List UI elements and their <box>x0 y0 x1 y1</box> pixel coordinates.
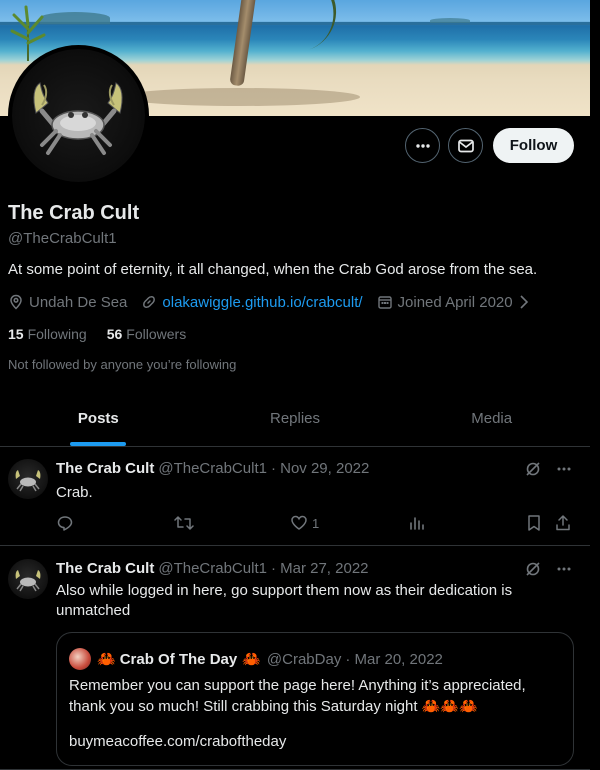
tab-posts[interactable]: Posts <box>0 395 197 446</box>
post-author-handle[interactable]: @TheCrabCult1 <box>158 560 267 577</box>
post-date[interactable]: · Nov 29, 2022 <box>271 460 369 477</box>
reply-icon <box>57 516 73 531</box>
post-avatar[interactable] <box>8 559 48 599</box>
bookmark-button[interactable] <box>526 514 542 532</box>
crab-emoji-suffix: 🦀 <box>242 651 261 668</box>
post-header: The Crab Cult @TheCrabCult1 · Nov 29, 20… <box>56 460 369 477</box>
calendar-icon <box>377 296 392 309</box>
joined-text: Joined April 2020 <box>397 293 513 311</box>
grok-button[interactable] <box>524 560 542 578</box>
link-icon <box>143 296 156 308</box>
tab-replies[interactable]: Replies <box>197 395 394 446</box>
profile-website[interactable]: olakawiggle.github.io/crabcult/ <box>141 294 363 311</box>
post-author-name[interactable]: The Crab Cult <box>56 560 154 577</box>
share-button[interactable] <box>554 514 572 532</box>
share-icon <box>556 515 570 531</box>
more-dots-icon <box>557 467 571 471</box>
profile-handle: @TheCrabCult1 <box>8 230 117 247</box>
post-text: Also while logged in here, go support th… <box>56 582 513 619</box>
reply-button[interactable] <box>56 514 74 532</box>
mail-icon <box>457 139 474 152</box>
quoted-text-emoji: 🦀🦀🦀 <box>421 698 478 715</box>
post-header: The Crab Cult @TheCrabCult1 · Mar 27, 20… <box>56 560 369 577</box>
like-button[interactable]: 1 <box>290 514 319 532</box>
active-tab-indicator <box>70 442 127 446</box>
views-icon <box>410 517 424 530</box>
tab-media[interactable]: Media <box>393 395 590 446</box>
following-label: Following <box>27 326 87 342</box>
profile-bio: At some point of eternity, it all change… <box>8 261 538 278</box>
post-date[interactable]: · Mar 27, 2022 <box>271 560 369 577</box>
quoted-text-block: Remember you can support the page here! … <box>69 675 559 717</box>
heart-icon <box>291 515 307 530</box>
profile-avatar[interactable] <box>8 45 149 186</box>
quoted-date[interactable]: · Mar 20, 2022 <box>345 651 443 668</box>
banner-shadow <box>120 88 360 106</box>
banner-palm-trunk <box>229 0 257 87</box>
crab-emoji-prefix: 🦀 <box>97 651 116 668</box>
followers-count: 56 <box>106 326 123 342</box>
repost-button[interactable] <box>174 514 194 532</box>
repost-icon <box>174 516 194 530</box>
not-followed-notice: Not followed by anyone you’re following <box>8 357 237 372</box>
post-top-icons <box>510 460 572 478</box>
banner-island <box>430 18 470 23</box>
website-link[interactable]: olakawiggle.github.io/crabcult/ <box>162 294 362 311</box>
grok-button[interactable] <box>524 460 542 478</box>
quoted-avatar[interactable] <box>69 648 91 670</box>
post-author-handle[interactable]: @TheCrabCult1 <box>158 460 267 477</box>
follow-counts: 15 Following 56 Followers <box>8 326 206 342</box>
followers-count-link[interactable]: 56 Followers <box>107 326 186 342</box>
post-more-button[interactable] <box>556 561 572 577</box>
like-count: 1 <box>312 515 320 531</box>
following-count-link[interactable]: 15 Following <box>8 326 87 342</box>
bookmark-icon <box>528 515 540 531</box>
quoted-author-name[interactable]: Crab Of The Day <box>120 651 238 668</box>
tab-replies-label: Replies <box>269 410 321 427</box>
more-options-button[interactable] <box>405 128 440 163</box>
following-count: 15 <box>8 326 24 342</box>
location-text: Undah De Sea <box>29 293 128 311</box>
grok-icon <box>526 462 540 476</box>
grok-icon <box>526 562 540 576</box>
quoted-post[interactable]: 🦀 Crab Of The Day 🦀 @CrabDay · Mar 20, 2… <box>56 632 574 766</box>
post-actions: 1 <box>56 513 576 533</box>
post-author-name[interactable]: The Crab Cult <box>56 460 154 477</box>
post[interactable]: The Crab Cult @TheCrabCult1 · Nov 29, 20… <box>0 447 590 546</box>
banner-island <box>40 12 110 24</box>
crab-avatar-icon <box>15 470 41 492</box>
crab-avatar-icon <box>33 82 123 155</box>
quoted-post-header: 🦀 Crab Of The Day 🦀 @CrabDay · Mar 20, 2… <box>69 648 443 670</box>
follow-button[interactable]: Follow <box>493 128 574 163</box>
profile-joined[interactable]: Joined April 2020 <box>377 294 534 311</box>
more-dots-icon <box>557 567 571 571</box>
profile-tabs: Posts Replies Media <box>0 395 590 447</box>
profile-name: The Crab Cult <box>8 202 140 224</box>
crab-avatar-icon <box>15 570 41 592</box>
post-avatar[interactable] <box>8 459 48 499</box>
views-button[interactable] <box>408 514 426 532</box>
post-top-icons <box>510 560 572 578</box>
tab-posts-label: Posts <box>77 410 119 427</box>
quoted-link[interactable]: buymeacoffee.com/craboftheday <box>69 733 286 750</box>
post[interactable]: The Crab Cult @TheCrabCult1 · Mar 27, 20… <box>0 547 590 770</box>
profile-meta: Undah De Sea olakawiggle.github.io/crabc… <box>8 292 548 312</box>
chevron-right-icon <box>520 295 528 309</box>
more-dots-icon <box>415 143 430 148</box>
followers-label: Followers <box>126 326 187 342</box>
post-more-button[interactable] <box>556 461 572 477</box>
post-text: Crab. <box>56 484 93 501</box>
location-pin-icon <box>10 294 22 310</box>
message-button[interactable] <box>448 128 483 163</box>
quoted-author-handle[interactable]: @CrabDay <box>267 651 341 668</box>
profile-location: Undah De Sea <box>8 294 127 311</box>
tab-media-label: Media <box>471 410 513 427</box>
